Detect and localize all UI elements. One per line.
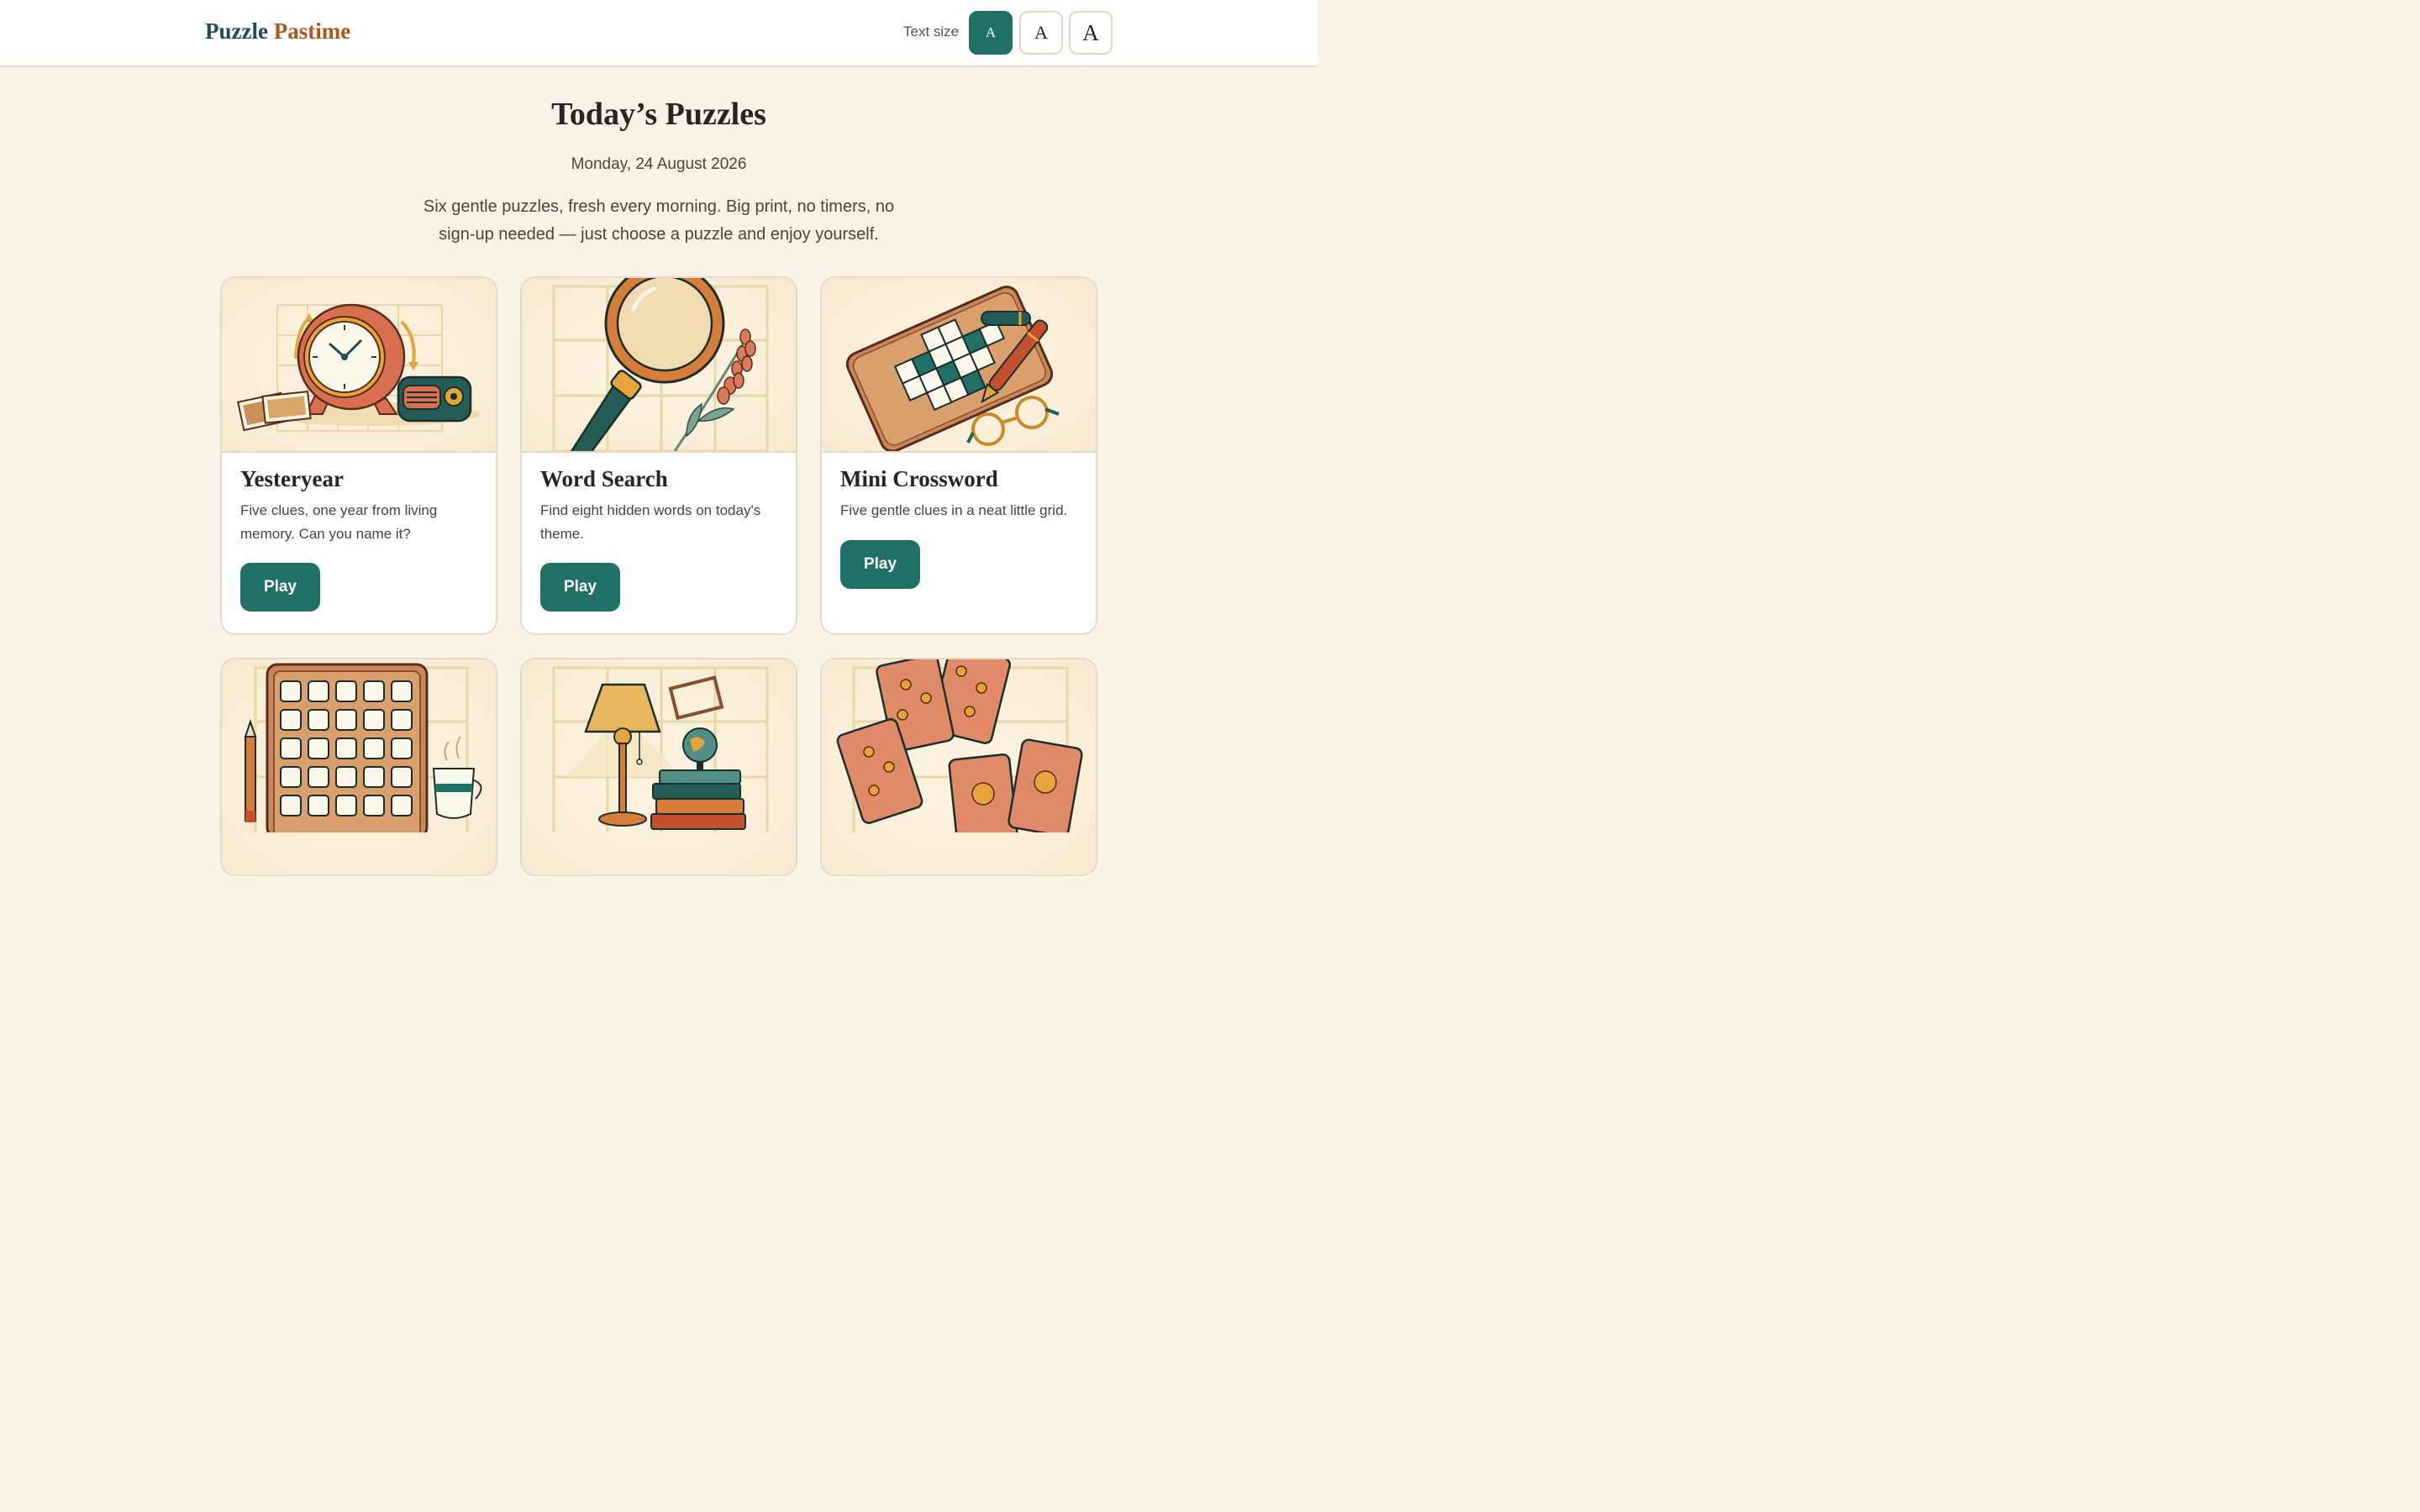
- card-title: Yesteryear: [240, 466, 344, 491]
- play-mini-crossword-button[interactable]: Play: [840, 540, 920, 589]
- text-size-medium-button[interactable]: A: [1019, 11, 1063, 55]
- text-size-label: Text size: [903, 24, 960, 39]
- logo-word-puzzle: Puzzle: [205, 18, 268, 44]
- rose-playing-cards-illustration: [822, 659, 1096, 874]
- puzzle-card-4: [220, 658, 497, 876]
- site-logo[interactable]: Puzzle Pastime: [205, 18, 350, 45]
- puzzle-card-mini-crossword: Mini Crossword Five gentle clues in a ne…: [820, 276, 1097, 635]
- clock-radio-photos-illustration: [222, 278, 496, 453]
- page-title: Today’s Puzzles: [551, 97, 766, 132]
- puzzle-card-word-search: Word Search Find eight hidden words on t…: [520, 276, 797, 635]
- card-description: Five clues, one year from living memory.…: [240, 502, 438, 542]
- card-title: Word Search: [540, 466, 668, 491]
- page-date: Monday, 24 August 2026: [571, 155, 747, 173]
- card-title: Mini Crossword: [840, 466, 998, 491]
- letter-tile-rack-pencil-tea-illustration: [222, 659, 496, 874]
- text-size-small-button[interactable]: A: [969, 11, 1013, 55]
- crossword-board-pen-glasses-illustration: [822, 278, 1096, 453]
- play-yesteryear-button[interactable]: Play: [240, 563, 320, 612]
- text-size-large-button[interactable]: A: [1069, 11, 1113, 55]
- top-bar: Puzzle Pastime Text size A A A: [0, 0, 1318, 67]
- play-word-search-button[interactable]: Play: [540, 563, 620, 612]
- logo-word-pastime: Pastime: [273, 18, 351, 44]
- magnifying-glass-lavender-illustration: [522, 278, 796, 453]
- puzzle-card-yesteryear: Yesteryear Five clues, one year from liv…: [220, 276, 497, 635]
- puzzle-card-6: [820, 658, 1097, 876]
- puzzle-card-5: [520, 658, 797, 876]
- lamp-globe-books-illustration: [522, 659, 796, 874]
- card-description: Find eight hidden words on today's theme…: [540, 502, 761, 542]
- page-intro: Six gentle puzzles, fresh every morning.…: [423, 197, 895, 244]
- card-description: Five gentle clues in a neat little grid.: [840, 502, 1068, 518]
